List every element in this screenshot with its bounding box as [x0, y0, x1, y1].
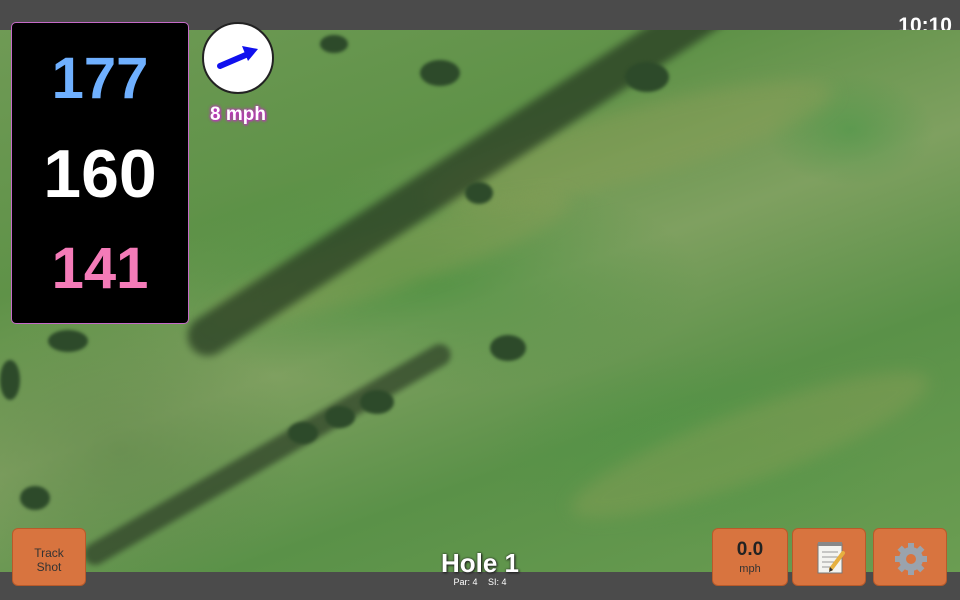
- track-shot-button[interactable]: Track Shot: [12, 528, 86, 586]
- wind-speed: 8 mph: [210, 104, 266, 125]
- hole-stroke-index: SI: 4: [488, 577, 507, 587]
- track-shot-label: Shot: [36, 560, 62, 574]
- notepad-icon: [817, 542, 845, 574]
- hole-par: Par: 4: [453, 577, 478, 587]
- speed-unit: mph: [739, 563, 761, 575]
- notes-button[interactable]: [792, 528, 866, 586]
- tree-line: [80, 340, 455, 570]
- speed-button[interactable]: 0.0 mph: [712, 528, 788, 586]
- distance-panel: 177 160 141: [11, 22, 189, 324]
- distance-middle: 160: [43, 136, 157, 212]
- speed-value: 0.0: [736, 539, 764, 560]
- settings-button[interactable]: [873, 528, 947, 586]
- hole-title: Hole 1: [440, 548, 520, 578]
- gear-icon: [895, 543, 927, 575]
- wind-direction-arrow-icon: [217, 46, 258, 69]
- distance-front: 141: [51, 236, 149, 301]
- track-shot-label: Track: [34, 546, 64, 560]
- distance-back: 177: [51, 46, 149, 111]
- wind-indicator: [202, 22, 274, 94]
- hole-info: Par: 4 SI: 4: [380, 577, 580, 587]
